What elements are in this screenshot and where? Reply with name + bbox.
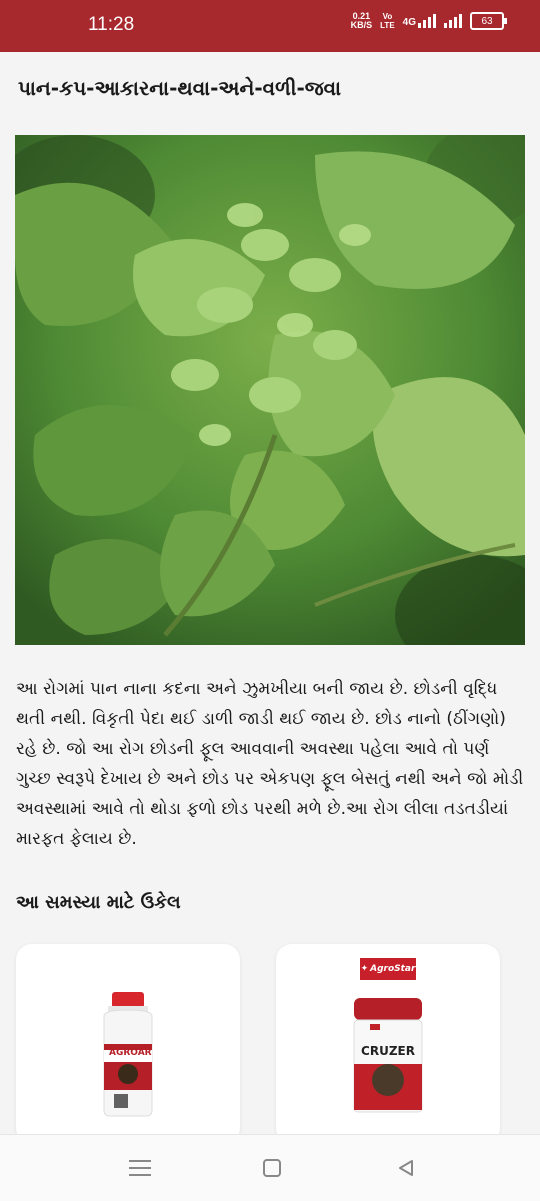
page-title: પાન-કપ-આકારના-થવા-અને-વળી-જવા [18, 76, 342, 100]
battery-icon: 63 [470, 12, 507, 30]
signal-4g-icon: 4G [403, 14, 436, 28]
cruzer-label: CRUZER [361, 1044, 415, 1058]
network-speed: 0.21 KB/S [351, 12, 373, 30]
disease-description: આ રોગમાં પાન નાના કદના અને ઝુમખીયા બની જ… [16, 679, 524, 849]
network-type: 4G [402, 17, 416, 28]
agrostar-badge: ✦ AgroStar [360, 958, 416, 980]
signal-icon [444, 14, 462, 28]
product-card-agroar[interactable]: AGROAR [16, 944, 240, 1144]
product-card-cruzer[interactable]: ✦ AgroStar CRUZER [276, 944, 500, 1144]
volte-top: Vo [382, 12, 393, 21]
battery-level: 63 [481, 15, 493, 27]
home-square-icon[interactable] [259, 1155, 285, 1181]
volte-bottom: LTE [380, 21, 395, 30]
agroar-label: AGROAR [109, 1048, 152, 1058]
menu-icon[interactable] [127, 1155, 153, 1181]
solution-title: આ સમસ્યા માટે ઉકેલ [16, 892, 181, 913]
back-triangle-icon[interactable] [393, 1155, 419, 1181]
network-speed-unit: KB/S [350, 20, 373, 30]
disease-photo [15, 135, 525, 645]
system-nav-bar [0, 1134, 540, 1201]
volte-icon: Vo LTE [380, 12, 395, 30]
agrostar-badge-label: AgroStar [370, 964, 416, 974]
status-bar: 11:28 0.21 KB/S Vo LTE 4G 63 [0, 0, 540, 52]
status-icons: 0.21 KB/S Vo LTE 4G 63 [351, 12, 507, 30]
status-time: 11:28 [88, 14, 135, 35]
agroar-bottle-image [103, 992, 153, 1117]
star-icon: ✦ [360, 964, 369, 974]
